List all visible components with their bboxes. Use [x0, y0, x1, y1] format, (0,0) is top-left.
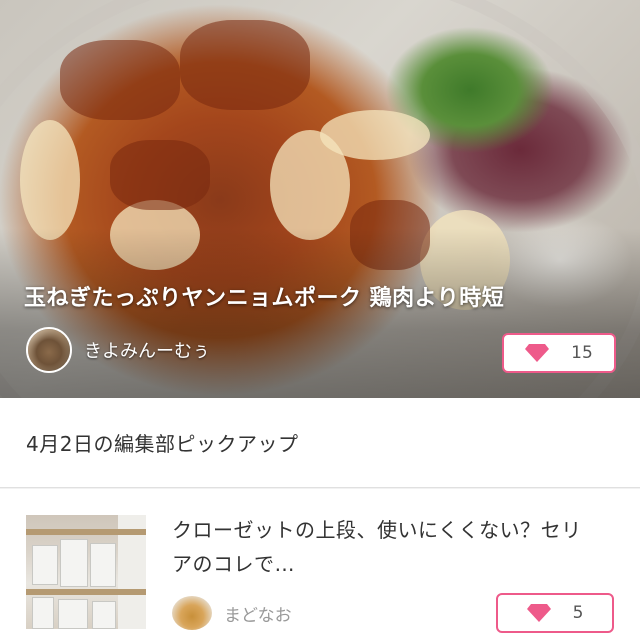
food-photo-detail [60, 40, 180, 120]
author-avatar[interactable] [26, 327, 72, 373]
author-name[interactable]: まどなお [224, 601, 292, 626]
thumbnail-detail [26, 529, 146, 535]
like-button[interactable]: 15 [502, 333, 616, 373]
like-count: 15 [571, 343, 593, 363]
like-count: 5 [572, 603, 584, 623]
food-photo-detail [180, 20, 310, 110]
food-photo-detail [320, 110, 430, 160]
author-name[interactable]: きよみんーむぅ [84, 337, 210, 363]
thumbnail-detail [26, 589, 146, 595]
featured-title[interactable]: 玉ねぎたっぷりヤンニョムポーク 鶏肉より時短 [24, 280, 624, 312]
section-header: 4月2日の編集部ピックアップ [0, 398, 640, 488]
featured-author[interactable]: きよみんーむぅ [26, 326, 210, 374]
section-title: 4月2日の編集部ピックアップ [26, 432, 299, 456]
author-avatar[interactable] [172, 596, 212, 630]
thumbnail-detail [60, 539, 88, 587]
thumbnail-detail [32, 545, 58, 585]
like-button[interactable]: 5 [496, 593, 614, 633]
food-photo-detail [110, 140, 210, 210]
gem-icon [526, 604, 551, 622]
article-title[interactable]: クローゼットの上段、使いにくくない？セリアのコレで… [172, 513, 602, 581]
article-thumbnail[interactable] [26, 515, 146, 629]
thumbnail-detail [58, 599, 88, 629]
food-photo-detail [20, 120, 80, 240]
gem-icon [525, 344, 550, 362]
thumbnail-detail [90, 543, 116, 587]
featured-recipe-card[interactable]: 玉ねぎたっぷりヤンニョムポーク 鶏肉より時短 きよみんーむぅ 15 [0, 0, 640, 398]
article-author[interactable]: まどなお [172, 596, 292, 630]
thumbnail-detail [92, 601, 116, 629]
thumbnail-detail [32, 597, 54, 629]
dog-avatar-image [28, 329, 70, 371]
